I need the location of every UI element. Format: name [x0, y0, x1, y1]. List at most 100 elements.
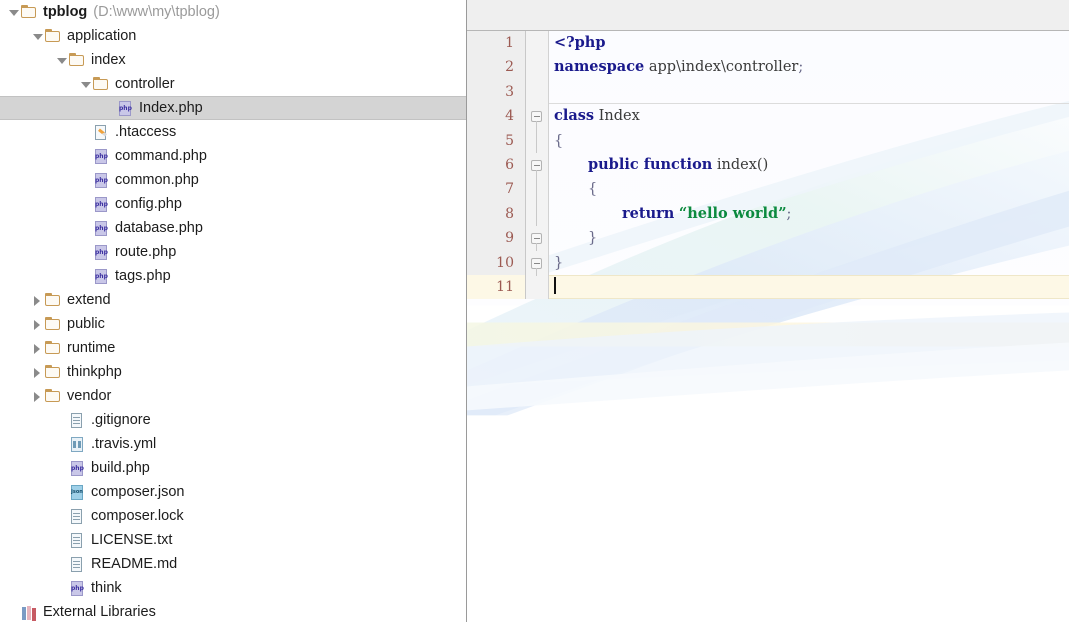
code-token-kw: <?php	[554, 34, 606, 51]
line-number-gutter[interactable]: 1 2 3 4 5 6 7 8 9 10 11	[467, 31, 526, 300]
tree-item-label: README.md	[91, 556, 178, 572]
code-line[interactable]: }	[549, 226, 1069, 250]
code-line[interactable]	[549, 274, 1069, 300]
editor-toolbar[interactable]	[467, 0, 1069, 31]
tree-item-label: vendor	[67, 388, 112, 404]
no-chevron-spacer	[54, 576, 69, 600]
tree-item-label: controller	[115, 76, 175, 92]
tree-item-tpblog[interactable]: tpblog (D:\www\my\tpblog)	[0, 0, 466, 24]
tree-item-readme-md[interactable]: README.md	[0, 552, 466, 576]
fold-cell[interactable]	[526, 251, 548, 276]
tree-item-runtime[interactable]: runtime	[0, 336, 466, 360]
json-file-icon	[69, 484, 86, 501]
fold-cell[interactable]	[526, 226, 548, 252]
fold-cell[interactable]	[526, 153, 548, 178]
code-token-plain: Index	[594, 108, 640, 125]
no-chevron-spacer	[78, 168, 93, 192]
php-file-icon	[93, 268, 110, 285]
tree-item-public[interactable]: public	[0, 312, 466, 336]
tree-item-common-php[interactable]: common.php	[0, 168, 466, 192]
tree-item-tags-php[interactable]: tags.php	[0, 264, 466, 288]
tree-item-label: .htaccess	[115, 124, 177, 140]
line-number: 10	[496, 254, 514, 271]
tree-item-route-php[interactable]: route.php	[0, 240, 466, 264]
code-token-str: “hello world”	[678, 204, 787, 222]
code-folding-gutter[interactable]	[526, 31, 549, 300]
tree-item-think[interactable]: think	[0, 576, 466, 600]
tree-item-vendor[interactable]: vendor	[0, 384, 466, 408]
code-area[interactable]: 1 2 3 4 5 6 7 8 9 10 11 <?php namespace app\index\c…	[467, 31, 1069, 300]
tree-item-config-php[interactable]: config.php	[0, 192, 466, 216]
code-token-plain: index()	[712, 156, 769, 173]
chevron-down-icon[interactable]	[54, 48, 69, 72]
tree-item-label: build.php	[91, 460, 150, 476]
tree-item-command-php[interactable]: command.php	[0, 144, 466, 168]
editor-body[interactable]: 1 2 3 4 5 6 7 8 9 10 11 <?php namespace app\index\c…	[467, 31, 1069, 622]
code-text[interactable]: <?php namespace app\index\controller; clas…	[549, 31, 1069, 300]
tree-item-label: runtime	[67, 340, 116, 356]
chevron-right-icon[interactable]	[30, 336, 45, 360]
tree-item-controller[interactable]: controller	[0, 72, 466, 96]
tree-item-label: composer.lock	[91, 508, 184, 524]
line-number: 5	[505, 132, 514, 149]
line-number: 2	[505, 59, 514, 76]
chevron-right-icon[interactable]	[30, 384, 45, 408]
tree-item-label: External Libraries	[43, 604, 156, 620]
text-caret	[554, 276, 556, 294]
no-chevron-spacer	[78, 216, 93, 240]
tree-item-label: common.php	[115, 172, 199, 188]
tree-item-gitignore[interactable]: .gitignore	[0, 408, 466, 432]
tree-item-label: composer.json	[91, 484, 185, 500]
chevron-down-icon[interactable]	[6, 0, 21, 24]
tree-item-travis-yml[interactable]: .travis.yml	[0, 432, 466, 456]
code-line[interactable]: namespace app\index\controller;	[549, 55, 1069, 79]
tree-item-database-php[interactable]: database.php	[0, 216, 466, 240]
tree-item-index[interactable]: index	[0, 48, 466, 72]
chevron-right-icon[interactable]	[30, 288, 45, 312]
project-tree-panel[interactable]: tpblog (D:\www\my\tpblog) application index…	[0, 0, 466, 622]
no-chevron-spacer	[102, 96, 117, 120]
php-file-icon	[93, 148, 110, 165]
text-file-icon	[69, 508, 86, 525]
tree-item-label: route.php	[115, 244, 177, 260]
chevron-down-icon[interactable]	[30, 24, 45, 48]
tree-item-license-txt[interactable]: LICENSE.txt	[0, 528, 466, 552]
code-line[interactable]: {	[549, 177, 1069, 201]
no-chevron-spacer	[54, 408, 69, 432]
no-chevron-spacer	[78, 120, 93, 144]
tree-item-label: thinkphp	[67, 364, 122, 380]
no-chevron-spacer	[54, 528, 69, 552]
folder-icon	[45, 364, 62, 381]
fold-guide-line	[536, 201, 537, 227]
code-line[interactable]: class Index	[549, 104, 1069, 128]
no-chevron-spacer	[78, 264, 93, 288]
code-line[interactable]: {	[549, 129, 1069, 153]
tree-item-index-php[interactable]: Index.php	[0, 96, 466, 120]
chevron-right-icon[interactable]	[30, 360, 45, 384]
tree-item-build-php[interactable]: build.php	[0, 456, 466, 480]
php-file-icon	[93, 196, 110, 213]
tree-item-htaccess[interactable]: .htaccess	[0, 120, 466, 144]
text-file-icon	[69, 532, 86, 549]
tree-item-external-libraries[interactable]: External Libraries	[0, 600, 466, 622]
tree-item-label: LICENSE.txt	[91, 532, 173, 548]
chevron-right-icon[interactable]	[30, 312, 45, 336]
code-token-punct: ;	[798, 59, 804, 76]
folder-icon	[45, 28, 62, 45]
tree-item-composer-lock[interactable]: composer.lock	[0, 504, 466, 528]
code-line[interactable]: <?php	[549, 31, 1069, 55]
chevron-down-icon[interactable]	[78, 72, 93, 96]
fold-cell[interactable]	[526, 104, 548, 130]
project-tree-list[interactable]: tpblog (D:\www\my\tpblog) application index…	[0, 0, 466, 622]
tree-item-composer-json[interactable]: composer.json	[0, 480, 466, 504]
code-line[interactable]: }	[549, 251, 1069, 275]
tree-item-extend[interactable]: extend	[0, 288, 466, 312]
ide-window: tpblog (D:\www\my\tpblog) application index…	[0, 0, 1069, 622]
code-line[interactable]: public function index()	[549, 153, 1069, 177]
code-line[interactable]: return “hello world”;	[549, 202, 1069, 226]
text-file-icon	[69, 556, 86, 573]
code-token-punct: {	[588, 181, 598, 198]
code-line[interactable]	[549, 80, 1069, 104]
tree-item-application[interactable]: application	[0, 24, 466, 48]
tree-item-thinkphp[interactable]: thinkphp	[0, 360, 466, 384]
